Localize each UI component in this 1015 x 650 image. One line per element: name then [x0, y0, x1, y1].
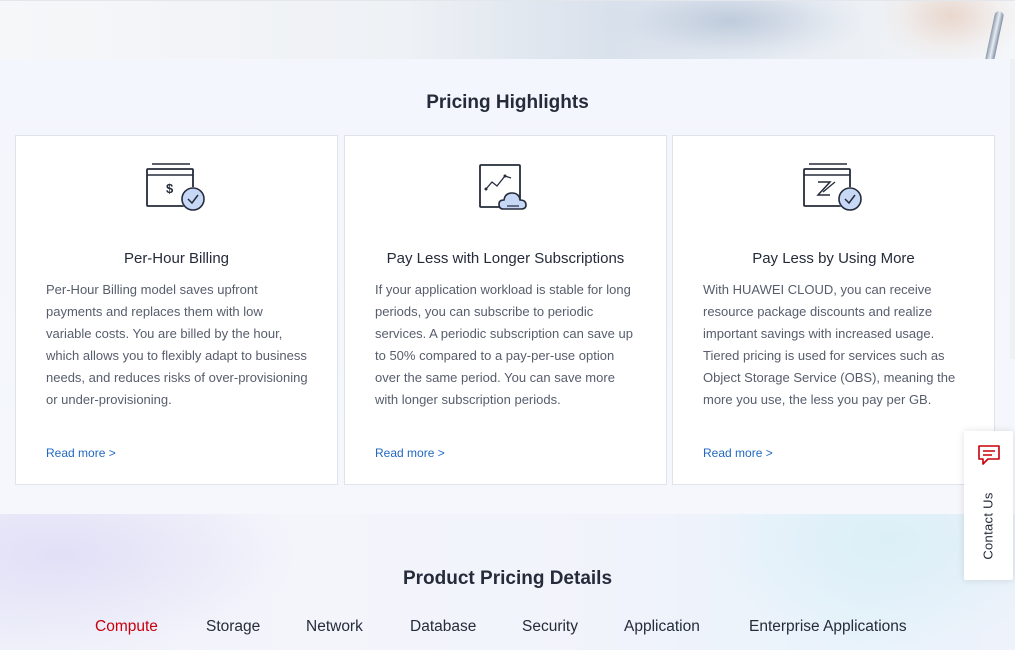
tab-application[interactable]: Application — [624, 618, 700, 636]
highlight-card-subscriptions: Pay Less with Longer Subscriptions If yo… — [344, 135, 667, 485]
section-title: Product Pricing Details — [402, 568, 613, 589]
tab-enterprise-applications[interactable]: Enterprise Applications — [749, 618, 907, 636]
chat-icon — [978, 445, 1000, 465]
tab-storage[interactable]: Storage — [206, 618, 260, 636]
tiered-storage-icon — [803, 163, 862, 211]
contact-us-button[interactable]: Contact Us — [964, 431, 1013, 580]
tab-security[interactable]: Security — [522, 618, 578, 636]
card-description: With HUAWEI CLOUD, you can receive resou… — [703, 282, 956, 407]
highlight-card-using-more: Pay Less by Using More With HUAWEI CLOUD… — [672, 135, 995, 485]
card-title: Pay Less with Longer Subscriptions — [386, 250, 625, 267]
billing-dollar-icon: $ — [146, 163, 205, 211]
contact-us-label: Contact Us — [980, 492, 996, 560]
tab-compute[interactable]: Compute — [95, 618, 158, 636]
highlight-card-per-hour: $ Per-Hour Billing Per-Hour Billing mode… — [15, 135, 338, 485]
scrollbar[interactable] — [1010, 59, 1015, 359]
svg-text:$: $ — [166, 181, 174, 196]
tab-network[interactable]: Network — [306, 618, 363, 636]
read-more-link[interactable]: Read more > — [703, 446, 773, 460]
tab-database[interactable]: Database — [410, 618, 476, 636]
card-description: If your application workload is stable f… — [375, 282, 633, 407]
hero-decoration — [600, 1, 860, 59]
hero-banner — [0, 0, 1015, 59]
card-description: Per-Hour Billing model saves upfront pay… — [46, 282, 308, 407]
card-title: Pay Less by Using More — [752, 250, 915, 267]
product-category-tabs: Compute Storage Network Database Securit… — [0, 618, 1015, 640]
section-title: Pricing Highlights — [426, 92, 589, 113]
cloud-chart-icon — [479, 164, 527, 210]
read-more-link[interactable]: Read more > — [375, 446, 445, 460]
card-title: Per-Hour Billing — [123, 250, 230, 267]
read-more-link[interactable]: Read more > — [46, 446, 116, 460]
